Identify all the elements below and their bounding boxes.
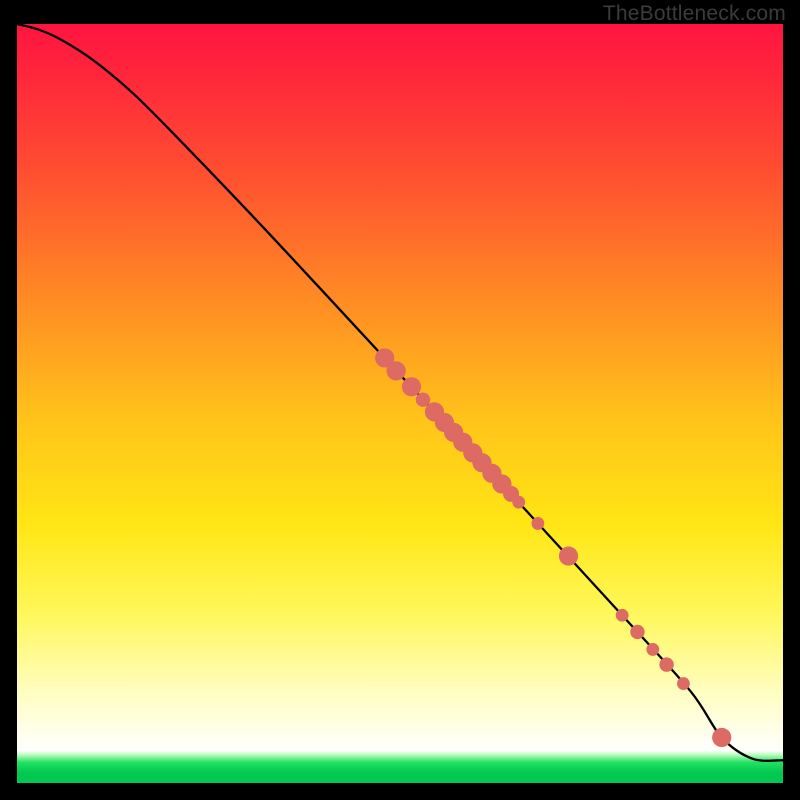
data-point [559,546,578,565]
data-point [531,517,544,530]
data-point [659,657,673,671]
data-point [512,496,525,509]
points-layer [375,348,731,747]
data-point [646,643,659,656]
data-point [630,625,644,639]
data-point [616,609,629,622]
data-point [402,377,421,396]
bottleneck-curve [17,24,783,761]
data-point [677,677,690,690]
watermark-label: TheBottleneck.com [603,2,786,26]
curve-layer [17,24,783,761]
data-point [712,728,731,747]
chart-stage: TheBottleneck.com [0,0,800,800]
data-point [387,361,406,380]
chart-svg [17,24,783,783]
